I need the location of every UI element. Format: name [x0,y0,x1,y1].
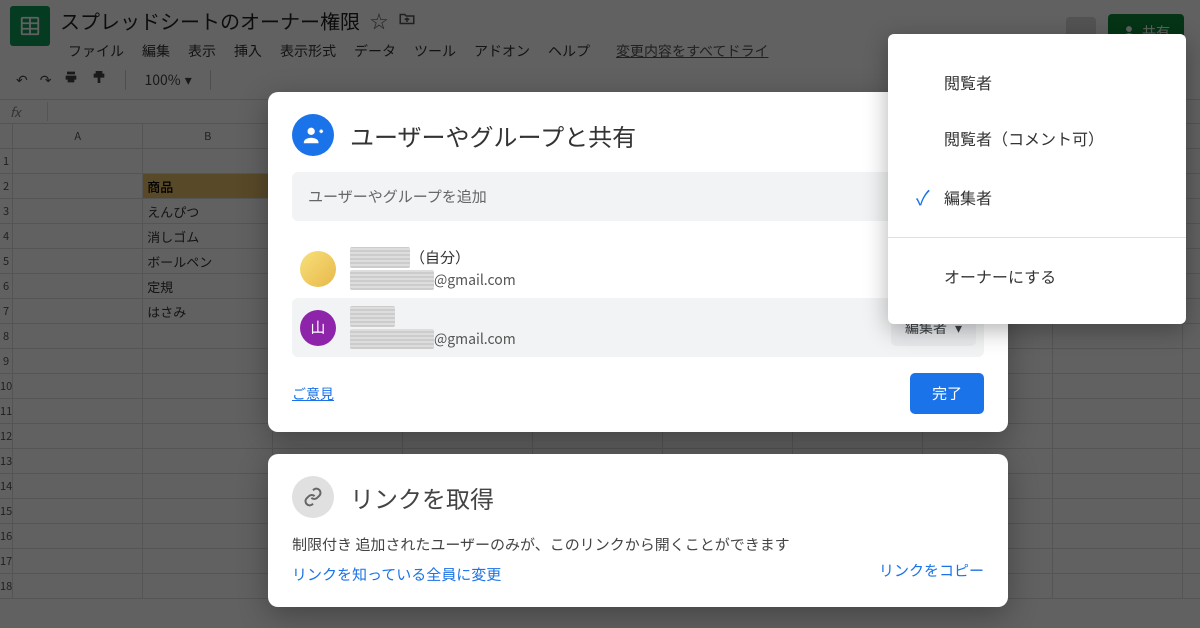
role-menu: 閲覧者 閲覧者（コメント可） ✓ 編集者 オーナーにする [888,34,1186,324]
user-name: ●●● [350,306,516,327]
change-link-access[interactable]: リンクを知っている全員に変更 [292,564,790,585]
add-people-input[interactable]: ユーザーやグループを追加 [292,172,984,221]
copy-link[interactable]: リンクをコピー [879,560,984,581]
user-name: ●●●●（自分） [350,247,516,268]
user-row-owner: ●●●●（自分） ●●●●●●@gmail.com [292,239,984,298]
feedback-link[interactable]: ご意見 [292,384,334,404]
user-email: ●●●●●●@gmail.com [350,329,516,349]
link-restriction-description: 制限付き 追加されたユーザーのみが、このリンクから開くことができます [292,532,790,558]
done-button[interactable]: 完了 [910,373,984,414]
check-icon: ✓ [916,182,944,211]
role-option-editor[interactable]: ✓ 編集者 [888,166,1186,227]
role-option-make-owner[interactable]: オーナーにする [888,248,1186,304]
link-icon [292,476,334,518]
get-link-title: リンクを取得 [350,480,494,515]
role-option-viewer[interactable]: 閲覧者 [888,54,1186,110]
user-row-collaborator: 山 ●●● ●●●●●●@gmail.com 編集者 ▾ [292,298,984,357]
share-dialog-title: ユーザーやグループと共有 [350,118,636,153]
avatar [300,251,336,287]
avatar: 山 [300,310,336,346]
menu-divider [888,237,1186,238]
role-option-commenter[interactable]: 閲覧者（コメント可） [888,110,1186,166]
get-link-card: リンクを取得 制限付き 追加されたユーザーのみが、このリンクから開くことができま… [268,454,1008,607]
person-add-icon [292,114,334,156]
user-email: ●●●●●●@gmail.com [350,270,516,290]
